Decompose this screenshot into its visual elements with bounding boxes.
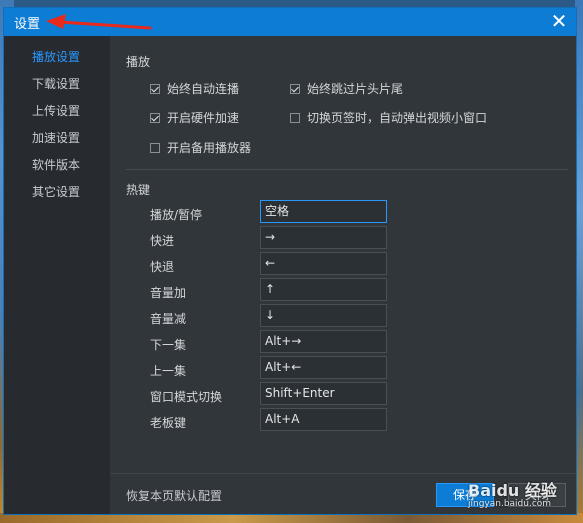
sidebar-item-acceleration[interactable]: 加速设置 [4,125,110,152]
hotkey-fast-forward-input[interactable]: → [260,226,387,249]
hotkey-boss-key-input[interactable]: Alt+A [260,408,387,431]
sidebar-item-download[interactable]: 下载设置 [4,71,110,98]
baidu-watermark: Baidu 经验 jingyan.baidu.com [468,477,578,517]
reset-defaults-link[interactable]: 恢复本页默认配置 [126,487,222,504]
hotkey-volume-up-input[interactable]: ↑ [260,278,387,301]
window-title: 设置 [14,17,41,32]
settings-window: 设置 ✕ 播放设置 下载设置 上传设置 加速设置 软件版本 其它设置 播放 始终… [3,7,577,515]
checkbox-checked-icon [290,83,300,94]
hotkey-label: 老板键 [150,416,187,430]
checkbox-checked-icon [150,83,160,94]
watermark-url: jingyan.baidu.com [468,499,552,509]
checkbox-unchecked-icon [150,142,160,153]
hotkey-rewind-input[interactable]: ← [260,252,387,275]
hardware-acceleration-checkbox[interactable]: 开启硬件加速 [150,109,239,126]
hotkey-label: 音量减 [150,312,187,326]
hotkey-previous-episode-input[interactable]: Alt+← [260,356,387,379]
hotkey-label: 上一集 [150,364,187,378]
hotkey-play-pause-input[interactable]: 空格 [260,200,387,223]
hotkey-label: 下一集 [150,338,187,352]
watermark-brand: Baidu 经验 [468,481,557,500]
close-icon[interactable]: ✕ [548,10,570,32]
checkbox-label: 开启硬件加速 [167,111,240,125]
hotkeys-section-title: 热键 [126,183,151,197]
red-arrow-annotation-icon [46,14,152,30]
sidebar-item-playback[interactable]: 播放设置 [4,44,110,71]
checkbox-label: 切换页签时，自动弹出视频小窗口 [307,111,488,125]
hotkey-label: 窗口模式切换 [150,390,223,404]
title-bar[interactable]: 设置 ✕ [4,8,576,36]
hotkey-window-mode-input[interactable]: Shift+Enter [260,382,387,405]
sidebar-item-other[interactable]: 其它设置 [4,179,110,206]
checkbox-label: 始终跳过片头片尾 [307,82,404,96]
section-divider [126,169,568,170]
playback-section-title: 播放 [126,55,151,69]
hotkey-volume-down-input[interactable]: ↓ [260,304,387,327]
settings-content: 播放 始终自动连播 始终跳过片头片尾 开启硬件加速 切换页签时，自动弹出视频小窗… [110,36,576,514]
checkbox-label: 始终自动连播 [167,82,240,96]
auto-play-next-checkbox[interactable]: 始终自动连播 [150,80,239,97]
sidebar-item-version[interactable]: 软件版本 [4,152,110,179]
skip-intro-outro-checkbox[interactable]: 始终跳过片头片尾 [290,80,403,97]
checkbox-unchecked-icon [290,112,300,123]
hotkey-label: 播放/暂停 [150,208,203,222]
sidebar: 播放设置 下载设置 上传设置 加速设置 软件版本 其它设置 [4,36,110,514]
hotkey-label: 音量加 [150,286,187,300]
hotkey-label: 快进 [150,234,175,248]
checkbox-checked-icon [150,112,160,123]
hotkey-next-episode-input[interactable]: Alt+→ [260,330,387,353]
sidebar-item-upload[interactable]: 上传设置 [4,98,110,125]
hotkey-label: 快退 [150,260,175,274]
backup-player-checkbox[interactable]: 开启备用播放器 [150,139,251,156]
checkbox-label: 开启备用播放器 [167,141,252,155]
mini-window-on-tab-switch-checkbox[interactable]: 切换页签时，自动弹出视频小窗口 [290,109,487,126]
